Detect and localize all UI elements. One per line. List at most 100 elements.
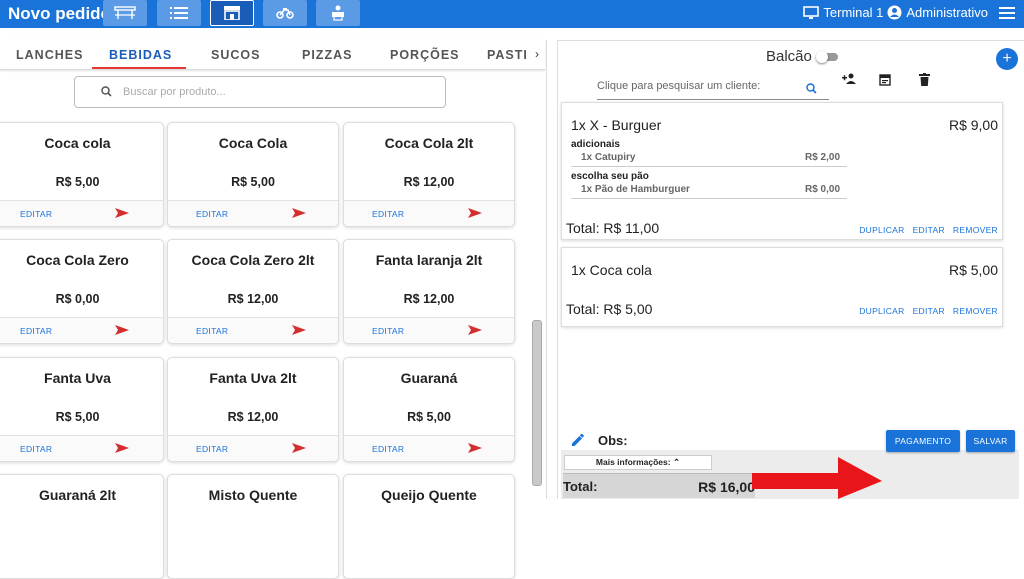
order-item-name: 1x Coca cola (571, 262, 652, 278)
order-item[interactable]: 1x Coca cola R$ 5,00 Total: R$ 5,00 DUPL… (561, 247, 1003, 327)
store-button[interactable] (210, 0, 254, 26)
product-card[interactable]: Fanta laranja 2lt R$ 12,00 EDITAR (343, 239, 515, 344)
monitor-icon (803, 5, 820, 19)
list-button[interactable] (157, 0, 201, 26)
product-name: Coca Cola Zero (26, 252, 129, 268)
edit-button[interactable]: EDITAR (913, 306, 945, 316)
product-card[interactable]: Coca Cola 2lt R$ 12,00 EDITAR (343, 122, 515, 227)
item-actions: DUPLICAR EDITAR REMOVER (851, 306, 998, 316)
tables-button[interactable] (103, 0, 147, 26)
send-icon[interactable] (467, 442, 483, 454)
add-user-icon[interactable] (841, 73, 857, 85)
send-icon[interactable] (114, 324, 130, 336)
option-name: 1x Catupiry (581, 152, 636, 163)
tab-pasti[interactable]: PASTI (487, 48, 528, 62)
add-button[interactable]: + (996, 48, 1018, 70)
product-name: Coca Cola Zero 2lt (191, 252, 315, 268)
calendar-icon[interactable] (879, 73, 891, 86)
product-price: R$ 5,00 (55, 175, 100, 189)
motorcycle-icon (276, 8, 294, 19)
product-search[interactable]: Buscar por produto... (74, 76, 446, 108)
save-button[interactable]: SALVAR (966, 430, 1015, 452)
product-card[interactable]: Coca Cola R$ 5,00 EDITAR (167, 122, 339, 227)
product-name: Fanta laranja 2lt (375, 252, 483, 268)
product-price: R$ 5,00 (55, 410, 100, 424)
user-label: Administrativo (906, 5, 988, 20)
product-card[interactable]: Guaraná 2lt (0, 474, 164, 579)
edit-button[interactable]: EDITAR (913, 225, 945, 235)
edit-button[interactable]: EDITAR (372, 209, 404, 219)
product-price: R$ 12,00 (403, 175, 455, 189)
product-card[interactable]: Coca Cola Zero R$ 0,00 EDITAR (0, 239, 164, 344)
send-icon[interactable] (114, 207, 130, 219)
product-name: Fanta Uva 2lt (209, 370, 297, 386)
option-price: R$ 2,00 (805, 152, 841, 163)
send-icon[interactable] (114, 442, 130, 454)
payment-button[interactable]: PAGAMENTO (886, 430, 960, 452)
tab-lanches[interactable]: LANCHES (16, 48, 83, 62)
product-name: Coca Cola 2lt (384, 135, 474, 151)
more-info-toggle[interactable]: Mais informações: ⌃ (564, 455, 712, 470)
send-icon[interactable] (467, 324, 483, 336)
edit-button[interactable]: EDITAR (20, 444, 52, 454)
send-icon[interactable] (467, 207, 483, 219)
remove-button[interactable]: REMOVER (953, 225, 998, 235)
edit-button[interactable]: EDITAR (372, 444, 404, 454)
red-arrow-annotation (752, 457, 882, 499)
product-price: R$ 12,00 (227, 292, 279, 306)
client-search-input[interactable]: Clique para pesquisar um cliente: (597, 80, 760, 92)
delivery-button[interactable] (263, 0, 307, 26)
edit-button[interactable]: EDITAR (20, 326, 52, 336)
products-panel: LANCHES BEBIDAS SUCOS PIZZAS PORÇÕES PAS… (0, 40, 547, 579)
remove-button[interactable]: REMOVER (953, 306, 998, 316)
order-item[interactable]: 1x X - Burguer R$ 9,00 adicionais 1x Cat… (561, 102, 1003, 240)
product-card[interactable]: Coca cola R$ 5,00 EDITAR (0, 122, 164, 227)
divider (571, 166, 847, 167)
tab-porcoes[interactable]: PORÇÕES (390, 48, 460, 62)
edit-button[interactable]: EDITAR (196, 209, 228, 219)
order-item-total: Total: R$ 11,00 (566, 220, 660, 236)
printer-user-button[interactable] (316, 0, 360, 26)
product-name: Guaraná 2lt (38, 487, 117, 503)
tab-sucos[interactable]: SUCOS (211, 48, 260, 62)
product-name: Coca cola (44, 135, 111, 151)
send-icon[interactable] (291, 324, 307, 336)
chevron-right-icon[interactable]: › (535, 47, 539, 61)
order-item-price: R$ 9,00 (948, 117, 998, 133)
product-card[interactable]: Guaraná R$ 5,00 EDITAR (343, 357, 515, 462)
total-value: R$ 16,00 (698, 479, 755, 495)
scrollbar-thumb[interactable] (532, 320, 542, 486)
duplicate-button[interactable]: DUPLICAR (859, 306, 904, 316)
search-icon (101, 86, 112, 97)
edit-button[interactable]: EDITAR (196, 444, 228, 454)
product-card[interactable]: Fanta Uva 2lt R$ 12,00 EDITAR (167, 357, 339, 462)
product-price: R$ 5,00 (407, 410, 451, 424)
search-input[interactable]: Buscar por produto... (123, 86, 226, 98)
product-name: Fanta Uva (44, 370, 111, 386)
duplicate-button[interactable]: DUPLICAR (859, 225, 904, 235)
product-card[interactable]: Coca Cola Zero 2lt R$ 12,00 EDITAR (167, 239, 339, 344)
edit-button[interactable]: EDITAR (20, 209, 52, 219)
top-bar: Novo pedido Terminal 1 Administrativo (0, 0, 1024, 28)
user-icon (887, 5, 902, 20)
tab-bebidas[interactable]: BEBIDAS (109, 48, 172, 62)
product-price: R$ 5,00 (231, 175, 275, 189)
more-info-label: Mais informações: (595, 457, 671, 467)
send-icon[interactable] (291, 442, 307, 454)
send-icon[interactable] (291, 207, 307, 219)
tab-pizzas[interactable]: PIZZAS (302, 48, 352, 62)
product-card[interactable]: Misto Quente (167, 474, 339, 579)
menu-icon[interactable] (998, 6, 1016, 20)
client-search[interactable]: Clique para pesquisar um cliente: (597, 78, 829, 100)
pencil-icon[interactable] (571, 434, 584, 447)
product-card[interactable]: Queijo Quente (343, 474, 515, 579)
product-name: Guaraná (400, 370, 458, 386)
printer-user-icon (332, 5, 344, 21)
mode-label: Balcão (766, 48, 812, 65)
chevron-up-icon: ⌃ (672, 457, 681, 467)
edit-button[interactable]: EDITAR (196, 326, 228, 336)
balcao-toggle[interactable] (816, 51, 838, 63)
edit-button[interactable]: EDITAR (372, 326, 404, 336)
product-card[interactable]: Fanta Uva R$ 5,00 EDITAR (0, 357, 164, 462)
trash-icon[interactable] (919, 73, 930, 86)
